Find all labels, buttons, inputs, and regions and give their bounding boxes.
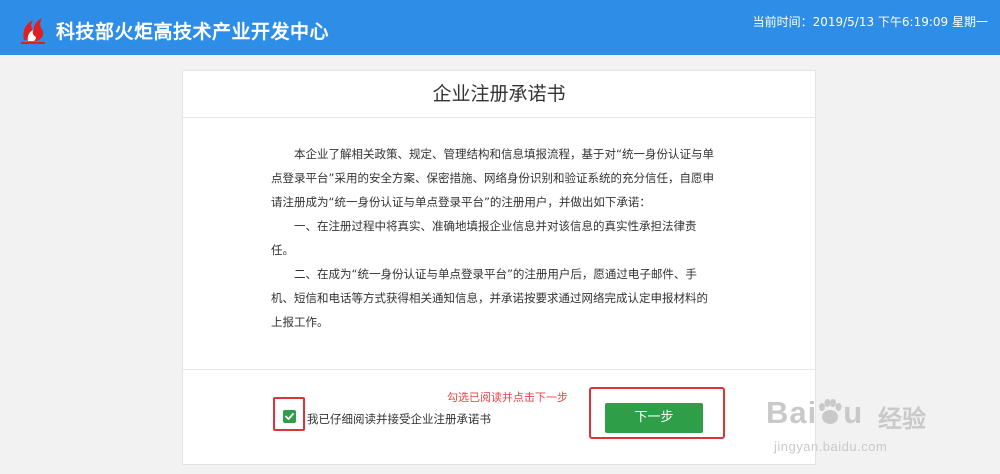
current-time-value: 2019/5/13 下午6:19:09 星期一 xyxy=(812,15,988,29)
current-time: 当前时间：2019/5/13 下午6:19:09 星期一 xyxy=(753,13,988,30)
agreement-text: 本企业了解相关政策、规定、管理结构和信息填报流程，基于对“统一身份认证与单点登录… xyxy=(271,142,715,334)
watermark-suffix: 经验 xyxy=(878,405,926,433)
current-time-label: 当前时间： xyxy=(752,15,813,29)
checkmark-icon xyxy=(285,413,294,420)
paw-icon xyxy=(819,399,842,424)
agreement-paragraph: 二、在成为“统一身份认证与单点登录平台”的注册用户后，愿通过电子邮件、手机、短信… xyxy=(271,267,708,329)
app-title: 科技部火炬高技术产业开发中心 xyxy=(56,21,330,43)
top-header: 科技部火炬高技术产业开发中心 当前时间：2019/5/13 下午6:19:09 … xyxy=(0,0,1000,55)
agreement-paragraph: 一、在注册过程中将真实、准确地填报企业信息并对该信息的真实性承担法律责任。 xyxy=(271,219,697,257)
watermark-brand-start: Bai xyxy=(766,395,818,430)
next-step-button[interactable]: 下一步 xyxy=(605,403,703,433)
instruction-annotation: 勾选已阅读并点击下一步 xyxy=(447,391,568,404)
watermark-brand: Bai u xyxy=(766,395,863,431)
watermark-brand-end: u xyxy=(843,395,864,430)
next-highlight-box: 下一步 xyxy=(589,387,725,439)
agree-label[interactable]: 我已仔细阅读并接受企业注册承诺书 xyxy=(307,411,491,427)
agree-checkbox[interactable] xyxy=(283,410,296,423)
baidu-watermark: Bai u 经验 jingyan.baidu.com xyxy=(766,387,996,467)
torch-logo-icon xyxy=(21,18,45,44)
watermark-url: jingyan.baidu.com xyxy=(774,439,888,454)
page-title: 企业注册承诺书 xyxy=(183,71,815,118)
agreement-paragraph: 本企业了解相关政策、规定、管理结构和信息填报流程，基于对“统一身份认证与单点登录… xyxy=(271,147,714,209)
agreement-card: 企业注册承诺书 本企业了解相关政策、规定、管理结构和信息填报流程，基于对“统一身… xyxy=(182,70,816,465)
checkbox-highlight-box xyxy=(273,397,305,431)
divider xyxy=(183,369,815,370)
